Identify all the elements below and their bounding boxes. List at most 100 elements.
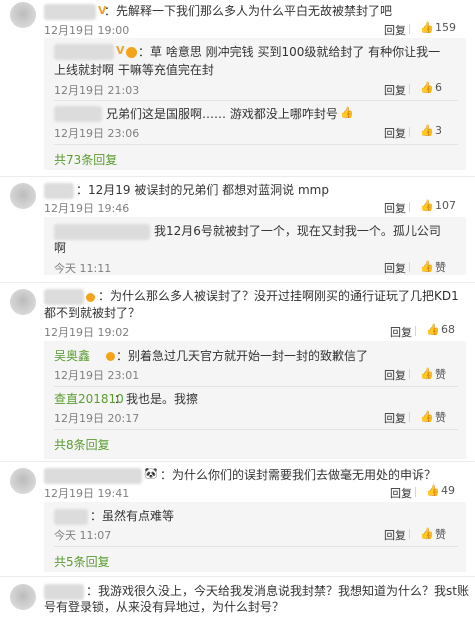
more-replies-link[interactable]: 共8条回复 [54,436,110,453]
divider [409,24,410,34]
reply-button[interactable]: 回复 [390,485,412,501]
like-button[interactable]: 👍 赞 [420,526,446,542]
like-count: 159 [435,21,456,34]
reply-divider [54,144,458,145]
reply-username[interactable]: 吴奥鑫 [54,348,90,365]
like-label: 赞 [435,528,446,541]
divider [409,369,410,379]
username-blurred[interactable] [54,224,150,240]
reply-button[interactable]: 回复 [384,527,406,543]
reply-divider [54,100,458,101]
comment-divider [0,461,475,462]
reply-divider [54,429,458,430]
more-replies-link[interactable]: 共73条回复 [54,151,117,168]
comment-divider [0,282,475,283]
username-blurred[interactable] [44,183,74,199]
like-button[interactable]: 👍 159 [420,21,456,34]
thumbs-up-icon: 👍 [420,198,434,212]
comment-time: 12月19日 19:00 [44,24,130,37]
reply-button[interactable]: 回复 [384,125,406,141]
like-label: 赞 [435,368,446,381]
comment-text-cont: 都不到就被封了？ [44,306,141,320]
comment-time: 12月19日 19:41 [44,487,130,500]
comment-text: ：先解释一下我们那么多人为什么平白无故被禁封了吧 [104,4,393,18]
reply-time: 12月19日 21:03 [54,84,140,97]
reply-button[interactable]: 回复 [384,22,406,38]
comment-time: 12月19日 19:02 [44,326,130,339]
divider [409,202,410,212]
like-button[interactable]: 👍 赞 [420,366,446,382]
reply-button[interactable]: 回复 [384,82,406,98]
like-count: 68 [441,323,455,336]
like-button[interactable]: 👍 49 [426,484,455,497]
comment-text: ：12月19 被误封的兄弟们 都想对蓝洞说 mmp [76,183,329,197]
level-badge-icon [106,352,115,361]
thumbs-up-icon: 👍 [420,123,434,137]
reply-text: 我12月6号就被封了一个，现在又封我一个。孤儿公司 [154,224,441,238]
reply-text: ：别着急过几天官方就开始一封一封的致歉信了 [116,349,369,363]
username-blurred[interactable] [44,584,84,600]
like-count: 3 [435,124,442,137]
reply-text: ：草 啥意思 刚冲完钱 买到100级就给封了 有种你让我一 [138,45,441,59]
level-badge-icon [86,293,95,302]
like-button[interactable]: 👍 107 [420,199,456,212]
thumbs-up-icon: 👍 [426,483,440,497]
reply-button[interactable]: 回复 [384,260,406,276]
reply-divider [54,546,458,547]
comment-divider [0,176,475,177]
comment-time: 12月19日 19:46 [44,202,130,215]
like-button[interactable]: 👍 3 [420,124,442,137]
reply-time: 12月19日 23:06 [54,127,140,140]
vip-badge-icon: V [116,44,125,57]
thumbs-up-icon: 👍 [420,527,434,540]
comment-text-cont: 号有登录锁，从来没有异地过，为什么封号？ [44,600,285,614]
reply-text: ：虽然有点难等 [90,509,175,523]
divider [415,487,416,497]
more-replies-link[interactable]: 共5条回复 [54,553,110,570]
reply-time: 12月19日 23:01 [54,369,140,382]
divider [409,84,410,94]
level-badge-icon [126,47,137,58]
username-blurred[interactable] [54,509,88,525]
avatar[interactable] [10,584,36,610]
thumbs-up-icon: 👍 [420,260,434,273]
reply-button[interactable]: 回复 [384,367,406,383]
username-blurred[interactable] [44,468,142,484]
username-blurred[interactable] [44,4,96,20]
comment-text: ：为什么你们的误封需要我们去做毫无用处的申诉？ [160,468,437,482]
reply-text: ：我也是。我擦 [114,392,199,406]
divider [409,529,410,539]
reply-text-cont: 啊 [54,241,67,255]
like-count: 6 [435,81,442,94]
reply-button[interactable]: 回复 [390,324,412,340]
thumbs-up-icon: 👍 [420,20,434,34]
avatar[interactable] [10,289,36,315]
reply-button[interactable]: 回复 [384,410,406,426]
username-blurred[interactable] [44,289,84,305]
reply-text: 兄弟们这是国服啊…… 游戏都没上哪咋封号 [106,107,338,121]
divider [415,326,416,336]
reply-time: 12月19日 20:17 [54,412,140,425]
avatar[interactable] [10,183,36,209]
like-button[interactable]: 👍 赞 [420,259,446,275]
like-button[interactable]: 👍 赞 [420,409,446,425]
reply-divider [54,386,458,387]
like-label: 赞 [435,261,446,274]
like-button[interactable]: 👍 6 [420,81,442,94]
username-blurred[interactable] [54,44,114,60]
divider [409,412,410,422]
comment-text: ：为什么那么多人被误封了？没开过挂啊刚买的通行证玩了几把KD1 [98,289,459,303]
divider [409,127,410,137]
emoji-icon: 👍 [340,106,354,119]
thumbs-up-icon: 👍 [426,322,440,336]
reply-button[interactable]: 回复 [384,200,406,216]
username-blurred[interactable] [54,106,102,122]
avatar[interactable] [10,468,36,494]
thumbs-up-icon: 👍 [420,410,434,423]
like-label: 赞 [435,411,446,424]
like-button[interactable]: 👍 68 [426,323,455,336]
reply-time: 今天 11:07 [54,529,112,542]
avatar[interactable] [10,2,36,28]
like-count: 107 [435,199,456,212]
comment-divider [0,576,475,577]
